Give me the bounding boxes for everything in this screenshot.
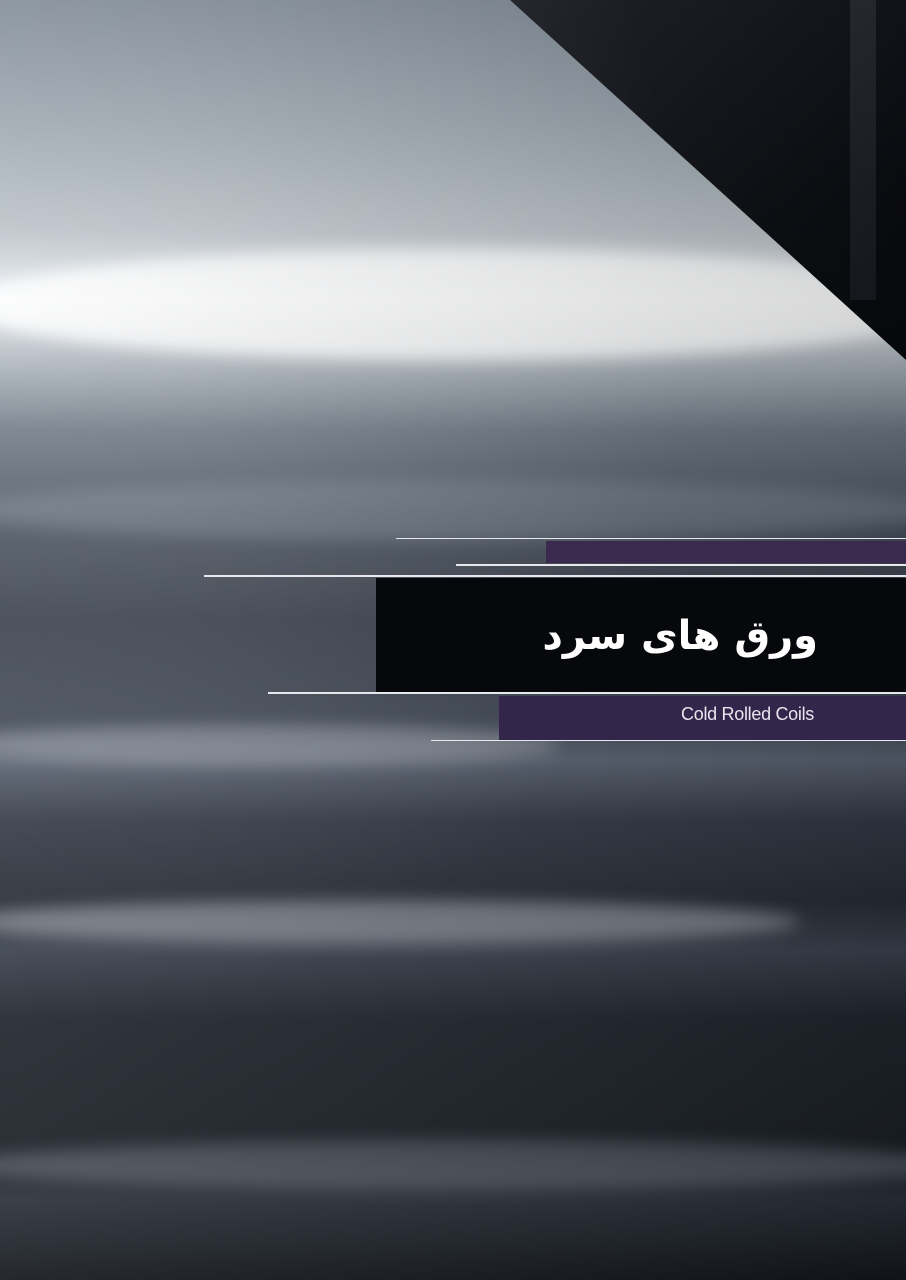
- accent-band: [546, 541, 906, 563]
- decorative-rule: [456, 564, 906, 566]
- decorative-rule: [204, 575, 906, 577]
- page-subtitle: Cold Rolled Coils: [681, 704, 814, 724]
- page-title: ورق های سرد: [542, 613, 818, 659]
- decorative-rule: [396, 538, 906, 539]
- decorative-rule: [268, 692, 906, 694]
- brochure-page: ورق های سرد Cold Rolled Coils: [0, 0, 906, 1280]
- decorative-rule: [431, 740, 906, 741]
